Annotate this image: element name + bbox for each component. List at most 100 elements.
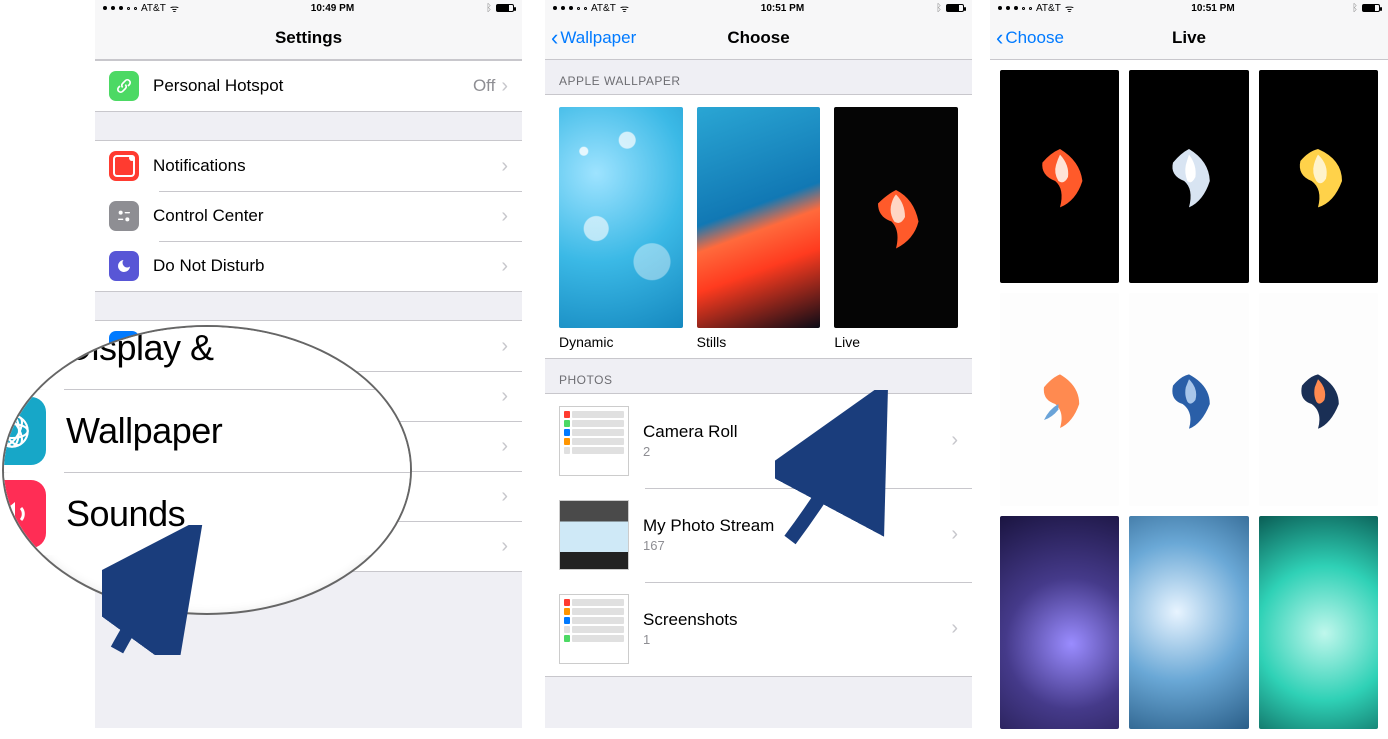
privacy-row[interactable]: Privacy › [95, 521, 522, 571]
control-center-icon [109, 201, 139, 231]
back-button[interactable]: ‹ Choose [996, 16, 1064, 60]
chevron-right-icon: › [951, 617, 958, 640]
battery-icon [496, 4, 514, 12]
live-wallpaper-screen: AT&T ᯤ 10:51 PM ᛒ ‹ Choose Live [990, 0, 1388, 728]
chevron-right-icon: › [501, 435, 508, 458]
page-title: Live [1172, 28, 1206, 48]
dynamic-wallpaper[interactable]: Dynamic [559, 107, 683, 350]
back-label: Wallpaper [560, 28, 636, 48]
hotspot-group: Personal Hotspot Off › [95, 60, 522, 112]
battery-icon [1362, 4, 1380, 12]
hotspot-icon [109, 71, 139, 101]
album-thumb [559, 594, 629, 664]
dynamic-thumb [559, 107, 683, 328]
wifi-icon: ᯤ [170, 1, 179, 15]
live-tile[interactable] [1000, 70, 1119, 283]
bluetooth-icon: ᛒ [486, 3, 492, 14]
battery-row[interactable]: Battery › [95, 471, 522, 521]
wallpaper-category-label: Dynamic [559, 334, 683, 350]
personal-hotspot-row[interactable]: Personal Hotspot Off › [95, 61, 522, 111]
chevron-right-icon: › [501, 385, 508, 408]
apple-wallpaper-row: Dynamic Stills Live [545, 107, 972, 358]
stills-wallpaper[interactable]: Stills [697, 107, 821, 350]
live-tile[interactable] [1259, 70, 1378, 283]
photo-stream-row[interactable]: My Photo Stream 167 › [545, 488, 972, 582]
live-tile[interactable] [1259, 516, 1378, 729]
stills-thumb [697, 107, 821, 328]
wallpaper-row[interactable]: › [95, 371, 522, 421]
hand-icon [109, 531, 139, 561]
speaker-icon [2, 480, 46, 548]
status-bar: AT&T ᯤ 10:51 PM ᛒ [990, 0, 1388, 16]
carrier-label: AT&T [591, 3, 616, 14]
live-tile[interactable] [1000, 516, 1119, 729]
screenshots-row[interactable]: Screenshots 1 › [545, 582, 972, 676]
nav-bar: Settings [95, 16, 522, 60]
settings-screen: AT&T ᯤ 10:49 PM ᛒ Settings Personal Hots… [95, 0, 525, 728]
status-bar: AT&T ᯤ 10:49 PM ᛒ [95, 0, 522, 16]
carrier-label: AT&T [141, 3, 166, 14]
album-thumb [559, 500, 629, 570]
chevron-right-icon: › [501, 535, 508, 558]
album-title: My Photo Stream [643, 516, 774, 536]
dnd-row[interactable]: Do Not Disturb › [95, 241, 522, 291]
chevron-right-icon: › [501, 255, 508, 278]
choose-wallpaper-screen: AT&T ᯤ 10:51 PM ᛒ ‹ Wallpaper Choose APP… [545, 0, 975, 728]
wallpaper-icon [2, 397, 46, 465]
chevron-right-icon: › [501, 155, 508, 178]
bluetooth-icon: ᛒ [1352, 3, 1358, 14]
row-label: Personal Hotspot [153, 76, 473, 96]
row-label: Privacy [153, 536, 501, 556]
wifi-icon: ᯤ [1065, 1, 1074, 15]
row-label: Battery [153, 486, 501, 506]
battery-icon [109, 481, 139, 511]
status-bar: AT&T ᯤ 10:51 PM ᛒ [545, 0, 972, 16]
live-tile[interactable] [1129, 293, 1248, 506]
album-title: Camera Roll [643, 422, 737, 442]
chevron-right-icon: › [501, 335, 508, 358]
photos-group: Camera Roll 2 › My Photo Stream 167 › Sc… [545, 393, 972, 677]
wallpaper-category-label: Stills [697, 334, 821, 350]
chevron-left-icon: ‹ [996, 25, 1003, 51]
display-group: › › › Battery › Privacy › [95, 320, 522, 572]
album-title: Screenshots [643, 610, 738, 630]
chevron-right-icon: › [501, 205, 508, 228]
back-button[interactable]: ‹ Wallpaper [551, 16, 636, 60]
clock: 10:51 PM [761, 3, 804, 14]
wifi-icon: ᯤ [620, 1, 629, 15]
album-thumb [559, 406, 629, 476]
album-count: 167 [643, 538, 774, 553]
camera-roll-row[interactable]: Camera Roll 2 › [545, 394, 972, 488]
live-wallpaper-grid [990, 60, 1388, 739]
album-count: 1 [643, 632, 738, 647]
live-tile[interactable] [1000, 293, 1119, 506]
display-row[interactable]: › [95, 321, 522, 371]
back-label: Choose [1005, 28, 1064, 48]
control-center-row[interactable]: Control Center › [95, 191, 522, 241]
section-header: PHOTOS [545, 359, 972, 393]
general-group: Notifications › Control Center › Do Not … [95, 140, 522, 292]
nav-bar: ‹ Choose Live [990, 16, 1388, 60]
chevron-right-icon: › [951, 523, 958, 546]
page-title: Settings [275, 28, 342, 48]
carrier-label: AT&T [1036, 3, 1061, 14]
sounds-row[interactable]: › [95, 421, 522, 471]
live-tile[interactable] [1259, 293, 1378, 506]
chevron-right-icon: › [501, 75, 508, 98]
display-icon: AA [2, 325, 46, 382]
row-label: Notifications [153, 156, 501, 176]
notifications-row[interactable]: Notifications › [95, 141, 522, 191]
live-wallpaper[interactable]: Live [834, 107, 958, 350]
chevron-right-icon: › [951, 429, 958, 452]
row-label: Do Not Disturb [153, 256, 501, 276]
battery-icon [946, 4, 964, 12]
chevron-right-icon: › [501, 485, 508, 508]
live-tile[interactable] [1129, 516, 1248, 729]
section-header: APPLE WALLPAPER [545, 60, 972, 94]
bluetooth-icon: ᛒ [936, 3, 942, 14]
album-count: 2 [643, 444, 737, 459]
nav-bar: ‹ Wallpaper Choose [545, 16, 972, 60]
page-title: Choose [727, 28, 789, 48]
clock: 10:49 PM [311, 3, 354, 14]
live-tile[interactable] [1129, 70, 1248, 283]
